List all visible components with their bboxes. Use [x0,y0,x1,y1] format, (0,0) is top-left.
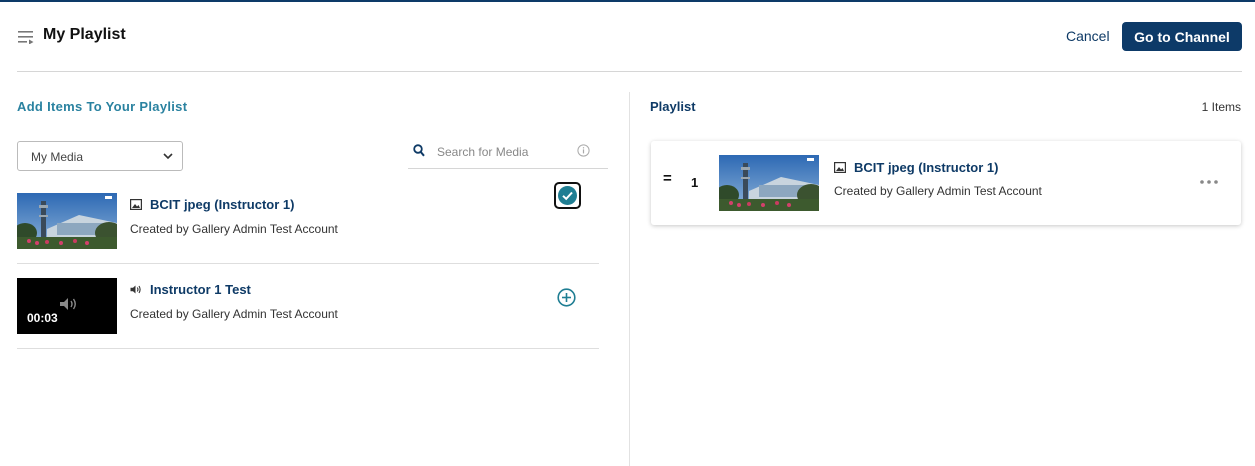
media-creator: Created by Gallery Admin Test Account [130,307,338,321]
media-thumbnail[interactable]: 00:03 [17,278,117,334]
go-to-channel-button[interactable]: Go to Channel [1122,22,1242,51]
media-title[interactable]: Instructor 1 Test [150,282,251,297]
media-thumbnail[interactable] [17,193,117,249]
media-creator: Created by Gallery Admin Test Account [130,222,338,236]
playlist-menu-icon [18,31,34,44]
cancel-button[interactable]: Cancel [1066,28,1110,44]
image-icon [130,199,142,210]
media-title[interactable]: BCIT jpeg (Instructor 1) [150,197,294,212]
added-check-button[interactable] [554,182,581,209]
playlist-panel: Playlist 1 Items = 1 BCIT jpeg (Instruct… [630,72,1255,466]
search-icon [413,144,425,157]
more-options-icon[interactable] [1198,171,1220,193]
media-thumbnail[interactable] [719,155,819,211]
playlist-entry: = 1 BCIT jpeg (Instructor 1) Created by … [651,141,1241,225]
drag-handle[interactable]: = [663,170,672,187]
media-duration: 00:03 [27,311,58,325]
add-items-panel: Add Items To Your Playlist My Media Sear… [0,72,629,466]
info-icon[interactable] [577,144,590,157]
media-search [408,138,608,169]
playlist-entry-index: 1 [691,175,699,190]
add-to-playlist-button[interactable] [557,288,576,307]
playlist-item-count: 1 Items [1201,100,1241,114]
media-filter-value: My Media [31,150,84,164]
add-items-title: Add Items To Your Playlist [17,99,188,114]
speaker-icon [60,298,76,310]
chevron-down-icon [163,153,173,160]
media-filter-select[interactable]: My Media [17,141,183,171]
media-list-item: BCIT jpeg (Instructor 1) Created by Gall… [17,179,599,264]
page-header: My Playlist Cancel Go to Channel [0,2,1255,71]
playlist-title: Playlist [650,99,696,114]
check-circle-icon [558,186,577,205]
media-title[interactable]: BCIT jpeg (Instructor 1) [854,160,998,175]
audio-icon [130,285,141,294]
page-title: My Playlist [43,26,126,43]
media-list-item: 00:03 Instructor 1 Test Created by Galle… [17,264,599,349]
media-creator: Created by Gallery Admin Test Account [834,184,1042,198]
image-icon [834,162,846,173]
search-input[interactable] [437,142,577,162]
